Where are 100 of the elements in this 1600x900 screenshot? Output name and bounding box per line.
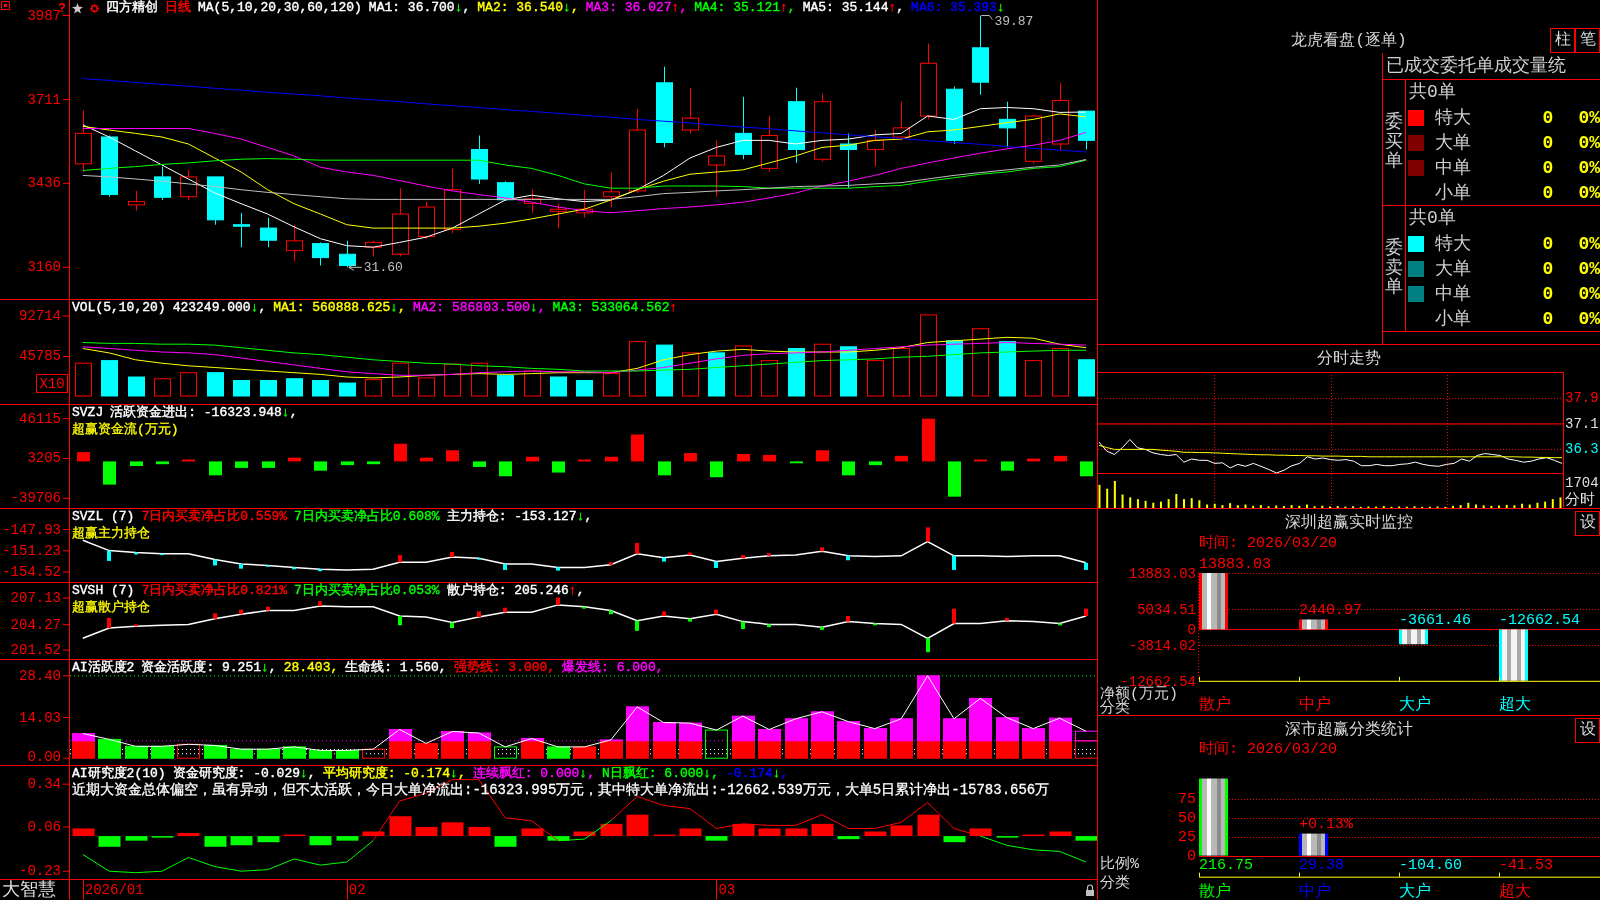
axis-label: 50	[1178, 810, 1196, 827]
date-label: 03	[718, 882, 736, 898]
indicator-label: 主力持仓: -153.127↓,	[446, 509, 593, 525]
candle	[286, 224, 303, 262]
indicator-label: 平均研究度: -0.174↓,	[322, 766, 466, 782]
axis-title: 比例%	[1100, 856, 1139, 874]
indicator-label: 活跃资金进出: -16323.948↓,	[110, 405, 298, 421]
data-label: -12662.54	[1499, 611, 1580, 629]
axis-label: 37.1	[1565, 415, 1599, 432]
candle	[761, 115, 778, 173]
candle	[576, 189, 593, 219]
order-share: 0%	[1577, 156, 1600, 179]
view-button[interactable]: 笔	[1575, 28, 1600, 53]
candle	[1052, 82, 1069, 152]
axis-label: 0.06	[27, 818, 61, 835]
chart-subtitle: 时间: 2026/03/20	[1198, 742, 1339, 758]
data-label: -3661.46	[1399, 611, 1471, 629]
category-label: 大户	[1399, 696, 1431, 714]
data-label: 13883.03	[1199, 555, 1271, 573]
indicator-label: 爆发线: 6.000,	[562, 660, 664, 676]
axis-label: -154.52	[2, 564, 61, 580]
settings-button[interactable]: 设	[1575, 511, 1600, 536]
axis-label: 0.00	[27, 749, 61, 765]
axis-label: 3160	[27, 259, 61, 276]
indicator-label: 7日内买卖净占比0.053%	[294, 583, 440, 599]
lock-icon	[1086, 884, 1094, 896]
ratio-value: -41.53	[1499, 856, 1553, 874]
order-count: 0	[1541, 282, 1555, 305]
indicator-caption: 超赢资金流(万元)	[72, 421, 179, 438]
order-share: 0%	[1577, 181, 1600, 204]
axis-label: 25	[1178, 829, 1196, 846]
candle	[1025, 114, 1042, 165]
axis-label: 28.40	[19, 667, 61, 684]
axis-title: 分时	[1565, 491, 1595, 509]
indicator-label: MA1: 560888.625↓,	[273, 300, 406, 316]
category-label: 散户	[1199, 696, 1231, 714]
menu-icon[interactable]	[1, 1, 10, 10]
gear-icon[interactable]	[90, 3, 99, 13]
order-total: 共0单	[1408, 207, 1457, 230]
candle	[180, 169, 197, 201]
indicator-label: 423249.000↓,	[172, 300, 267, 316]
order-type: 大单	[1435, 257, 1472, 280]
order-count: 0	[1541, 106, 1555, 129]
indicator-caption: 超赢散户持仓	[72, 599, 150, 616]
star-icon	[72, 2, 83, 14]
candle	[154, 166, 171, 201]
candle	[75, 109, 92, 173]
indicator-label: 连续飘红: 0.000↓,	[472, 766, 595, 782]
indicator-label: MA5: 35.144↑,	[802, 0, 905, 16]
order-total: 共0单	[1408, 81, 1457, 104]
indicator-label: MA4: 35.121↑,	[694, 0, 796, 16]
ratio-value: 216.75	[1199, 856, 1253, 874]
settings-button[interactable]: 设	[1575, 718, 1600, 743]
candle	[365, 240, 382, 257]
order-count: 0	[1541, 181, 1555, 204]
price-annotation: 39.87	[980, 14, 1034, 30]
axis-label: 13883.03	[1128, 565, 1196, 582]
date-label: 02	[348, 882, 366, 898]
indicator-label: N日飘红: 6.000↓,	[601, 766, 719, 782]
indicator-label: MA(5,10,20,30,60,120)	[198, 0, 362, 16]
axis-label: 5034.51	[1137, 601, 1196, 618]
indicator-label: 资金活跃度: 9.251↓,	[141, 660, 277, 676]
axis-label: 204.27	[10, 616, 61, 633]
ratio-value: -104.60	[1399, 856, 1462, 874]
table-header: 已成交委托单成交量统	[1383, 53, 1600, 80]
candle	[497, 180, 514, 202]
candle	[999, 101, 1016, 148]
order-share: 0%	[1577, 257, 1600, 280]
order-share: 0%	[1577, 307, 1600, 330]
indicator-caption: 超赢主力持仓	[72, 525, 150, 542]
indicator-label: 生命线: 1.560,	[345, 660, 447, 676]
chart-title: 深市超赢分类统计	[1285, 720, 1413, 739]
candle	[946, 85, 963, 145]
help-link[interactable]: ?	[58, 0, 66, 16]
view-button[interactable]: 柱	[1550, 28, 1575, 53]
category-label: 中户	[1299, 696, 1331, 714]
indicator-label: 资金研究度: -0.029↓,	[172, 766, 316, 782]
category-label: 超大	[1499, 883, 1531, 900]
candle	[312, 241, 329, 266]
candle	[814, 93, 831, 162]
category-label: 散户	[1199, 883, 1231, 900]
axis-label: 0.34	[27, 776, 61, 793]
axis-label: 3205	[27, 450, 61, 467]
axis-label: 3987	[27, 7, 61, 24]
order-share: 0%	[1577, 131, 1600, 154]
category-label: 大户	[1399, 883, 1431, 900]
axis-label: 37.9	[1565, 390, 1599, 407]
order-share: 0%	[1577, 106, 1600, 129]
panel-title: 龙虎看盘(逐单)	[1291, 32, 1407, 52]
order-count: 0	[1541, 232, 1555, 255]
candle	[524, 189, 541, 214]
indicator-label: AI活跃度2	[72, 660, 135, 676]
candle	[735, 96, 752, 160]
indicator-label: MA6: 35.393↓	[911, 0, 1005, 16]
order-type: 大单	[1435, 131, 1472, 154]
order-count: 0	[1541, 156, 1555, 179]
category-label: 中户	[1299, 883, 1331, 900]
indicator-label: VOL(5,10,20)	[72, 300, 166, 316]
candle	[207, 176, 224, 226]
date-label: 2026/01	[84, 882, 144, 898]
